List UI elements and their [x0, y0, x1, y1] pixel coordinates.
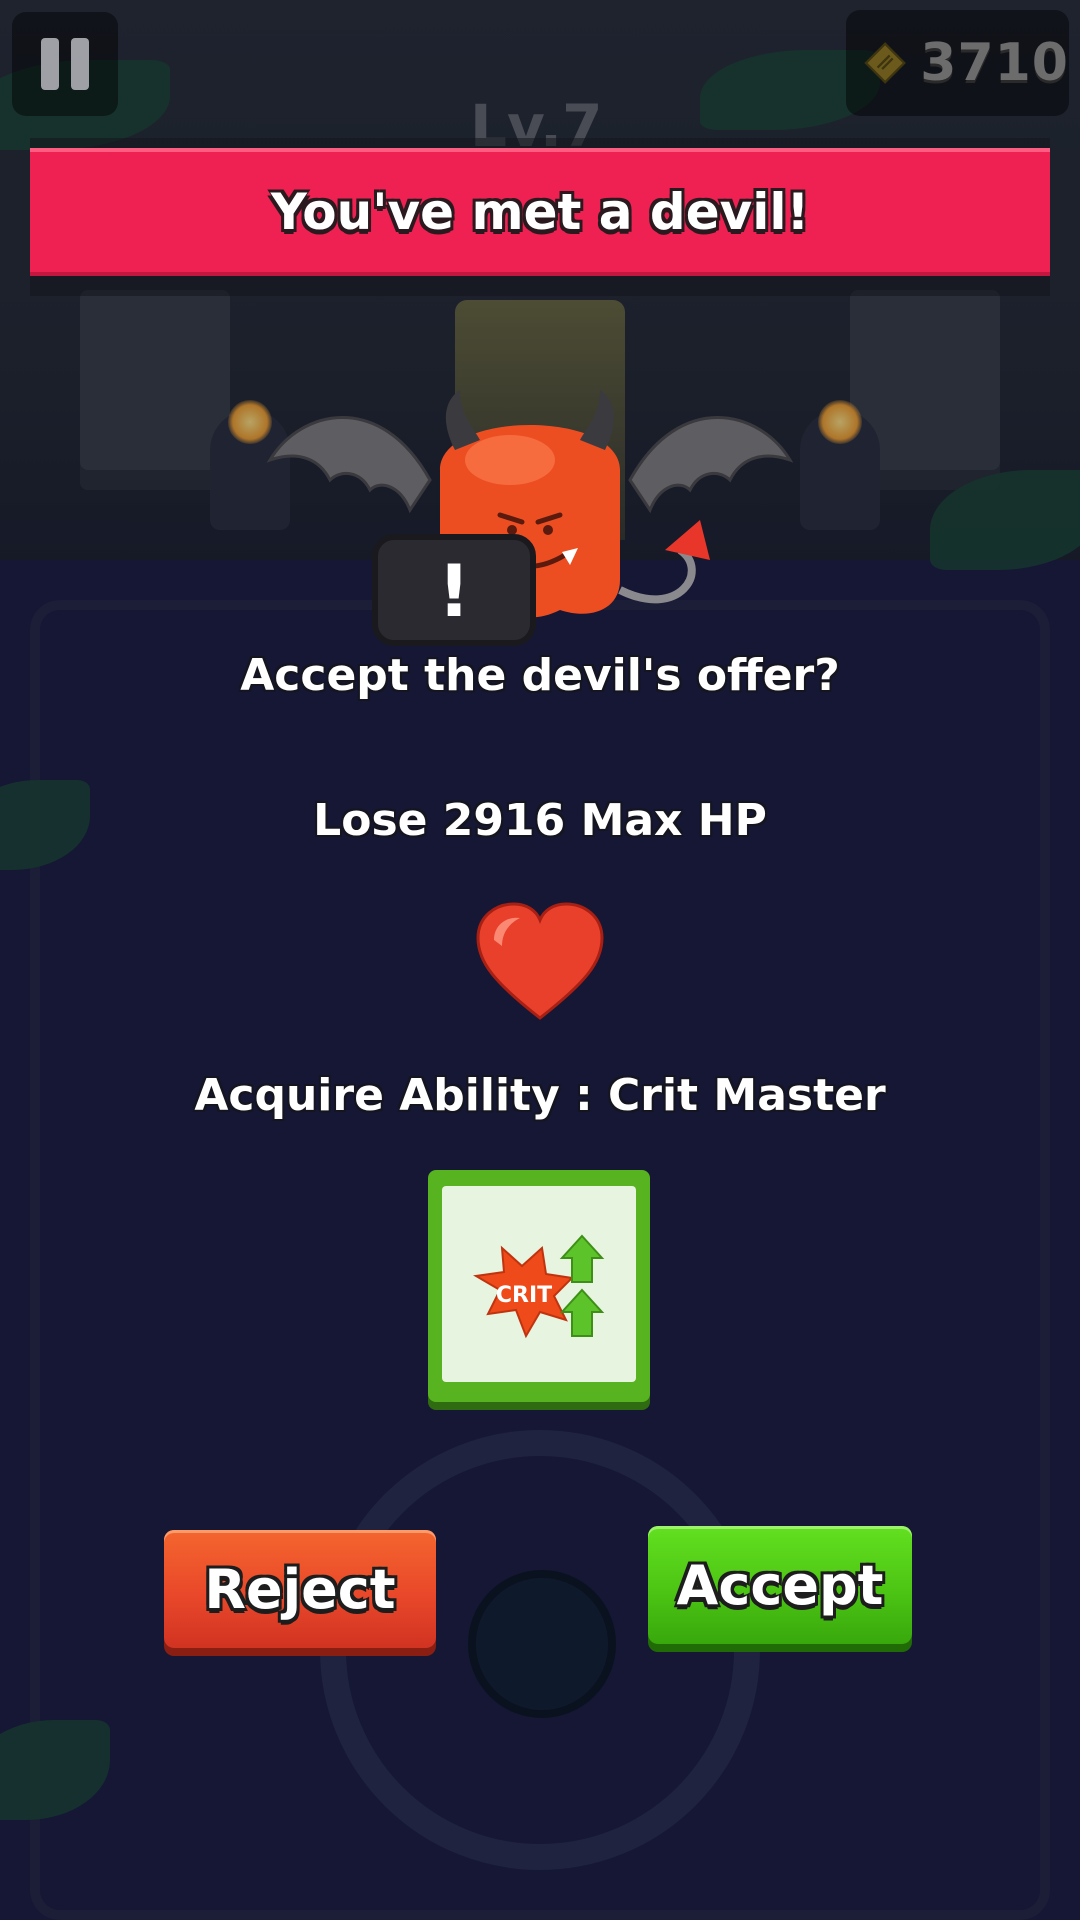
reject-button[interactable]: Reject	[164, 1530, 436, 1648]
banner-title: You've met a devil!	[270, 183, 810, 241]
offer-reward: Acquire Ability : Crit Master	[194, 1070, 886, 1121]
ability-card-face: CRIT	[442, 1186, 636, 1382]
accept-button[interactable]: Accept	[648, 1526, 912, 1644]
ability-card: CRIT	[428, 1170, 650, 1402]
pause-button[interactable]	[12, 12, 118, 116]
heart-icon	[476, 902, 604, 1020]
coin-counter: 3710	[846, 10, 1069, 116]
alert-speech-bubble: !	[372, 534, 536, 646]
crit-icon-label: CRIT	[496, 1283, 552, 1308]
pause-icon-bar	[71, 38, 89, 90]
reject-button-label: Reject	[204, 1557, 396, 1621]
devil-banner: You've met a devil!	[30, 148, 1050, 276]
accept-button-label: Accept	[676, 1553, 884, 1617]
exclamation-icon: !	[437, 549, 471, 633]
coin-icon	[864, 42, 906, 84]
offer-question: Accept the devil's offer?	[240, 650, 840, 701]
pause-icon	[41, 38, 59, 90]
coin-value: 3710	[920, 33, 1069, 93]
offer-cost: Lose 2916 Max HP	[313, 795, 767, 846]
crit-master-icon: CRIT	[473, 1234, 605, 1339]
